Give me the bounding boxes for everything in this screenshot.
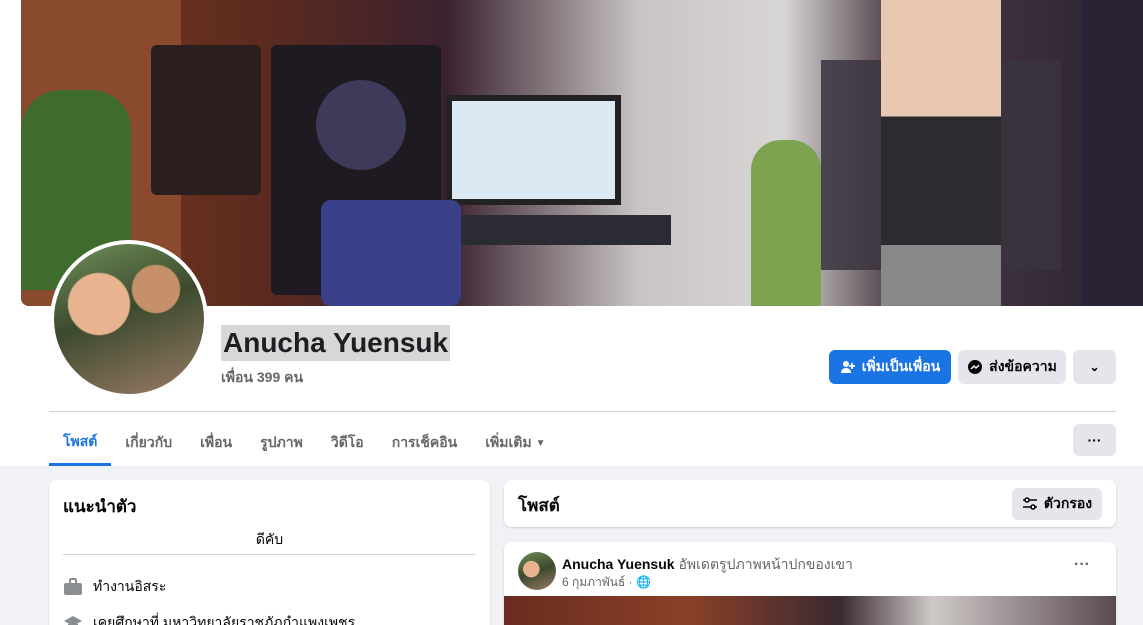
- post-author[interactable]: Anucha Yuensuk: [562, 556, 675, 572]
- sliders-icon: [1022, 497, 1037, 510]
- message-button[interactable]: ส่งข้อความ: [958, 350, 1066, 384]
- tab-label: เกี่ยวกับ: [125, 434, 173, 450]
- chair: [321, 200, 461, 306]
- graduation-cap-icon: [64, 616, 82, 625]
- plant: [751, 140, 821, 306]
- tab-label: การเช็คอิน: [391, 434, 458, 450]
- tab-more[interactable]: เพิ่มเติม ▼: [471, 420, 559, 466]
- intro-card: แนะนำตัว ดีคับ ทำงานอิสระ เคยศึกษาที่ มห…: [49, 480, 490, 625]
- add-friend-label: เพิ่มเป็นเพื่อน: [861, 358, 941, 374]
- tab-checkins[interactable]: การเช็คอิน: [378, 420, 472, 466]
- posts-title: โพสต์: [518, 496, 560, 515]
- more-options-button[interactable]: ⌄: [1073, 350, 1116, 384]
- post-image[interactable]: [504, 596, 1116, 625]
- caret-down-icon: ▼: [535, 437, 546, 449]
- cover-photo[interactable]: [21, 0, 1143, 306]
- profile-picture[interactable]: [50, 240, 208, 398]
- tab-friends[interactable]: เพื่อน: [186, 420, 246, 466]
- tab-options-button[interactable]: ···: [1073, 424, 1116, 456]
- filter-button[interactable]: ตัวกรอง: [1012, 488, 1102, 520]
- post-meta: 6 กุมภาพันธ์ · 🌐: [562, 573, 651, 592]
- post-action: อัพเดตรูปภาพหน้าปกของเขา: [678, 556, 853, 572]
- tab-label: รูปภาพ: [260, 434, 303, 450]
- tab-label: เพิ่มเติม: [485, 434, 532, 450]
- intro-bio: ดีคับ: [255, 531, 284, 547]
- add-friend-button[interactable]: เพิ่มเป็นเพื่อน: [829, 350, 951, 384]
- post-date[interactable]: 6 กุมภาพันธ์ ·: [562, 575, 633, 589]
- ellipsis-icon: ···: [1087, 432, 1102, 448]
- friend-count[interactable]: เพื่อน 399 คน: [221, 367, 303, 389]
- work-text: ทำงานอิสระ: [93, 578, 167, 594]
- profile-tabs: โพสต์ เกี่ยวกับ เพื่อน รูปภาพ วิดีโอ การ…: [49, 420, 559, 466]
- tab-label: โพสต์: [63, 432, 98, 449]
- post-options-icon[interactable]: ···: [1074, 556, 1090, 574]
- briefcase-icon: [64, 578, 82, 595]
- chevron-down-icon: ⌄: [1089, 360, 1100, 374]
- speaker-cone: [316, 80, 406, 170]
- tab-videos[interactable]: วิดีโอ: [317, 420, 378, 466]
- intro-title: แนะนำตัว: [63, 497, 137, 516]
- add-person-icon: [840, 361, 855, 373]
- speaker-left: [151, 45, 261, 195]
- avatar-character: [881, 0, 1001, 306]
- tab-label: เพื่อน: [200, 434, 233, 450]
- post-card: Anucha Yuensuk อัพเดตรูปภาพหน้าปกของเขา …: [504, 542, 1116, 625]
- globe-icon: 🌐: [635, 575, 651, 589]
- messenger-icon: [968, 360, 983, 374]
- intro-work: ทำงานอิสระ: [63, 576, 166, 598]
- profile-header: Anucha Yuensuk เพื่อน 399 คน เพิ่มเป็นเพ…: [0, 0, 1143, 466]
- message-label: ส่งข้อความ: [989, 358, 1057, 374]
- header-divider: [49, 411, 1116, 412]
- profile-name: Anucha Yuensuk: [221, 325, 451, 361]
- tab-posts[interactable]: โพสต์: [49, 420, 112, 466]
- intro-education: เคยศึกษาที่ มหาวิทยาลัยราชภัฏกำแพงเพชร: [63, 612, 355, 625]
- speaker-far: [1081, 0, 1143, 306]
- filter-label: ตัวกรอง: [1043, 495, 1093, 511]
- tab-about[interactable]: เกี่ยวกับ: [111, 420, 186, 466]
- post-author-avatar[interactable]: [518, 552, 556, 590]
- intro-divider: [63, 554, 475, 555]
- tab-label: วิดีโอ: [330, 434, 364, 450]
- education-text: เคยศึกษาที่ มหาวิทยาลัยราชภัฏกำแพงเพชร: [93, 614, 356, 625]
- keyboard: [451, 215, 671, 245]
- tab-photos[interactable]: รูปภาพ: [246, 420, 317, 466]
- monitor: [446, 95, 621, 205]
